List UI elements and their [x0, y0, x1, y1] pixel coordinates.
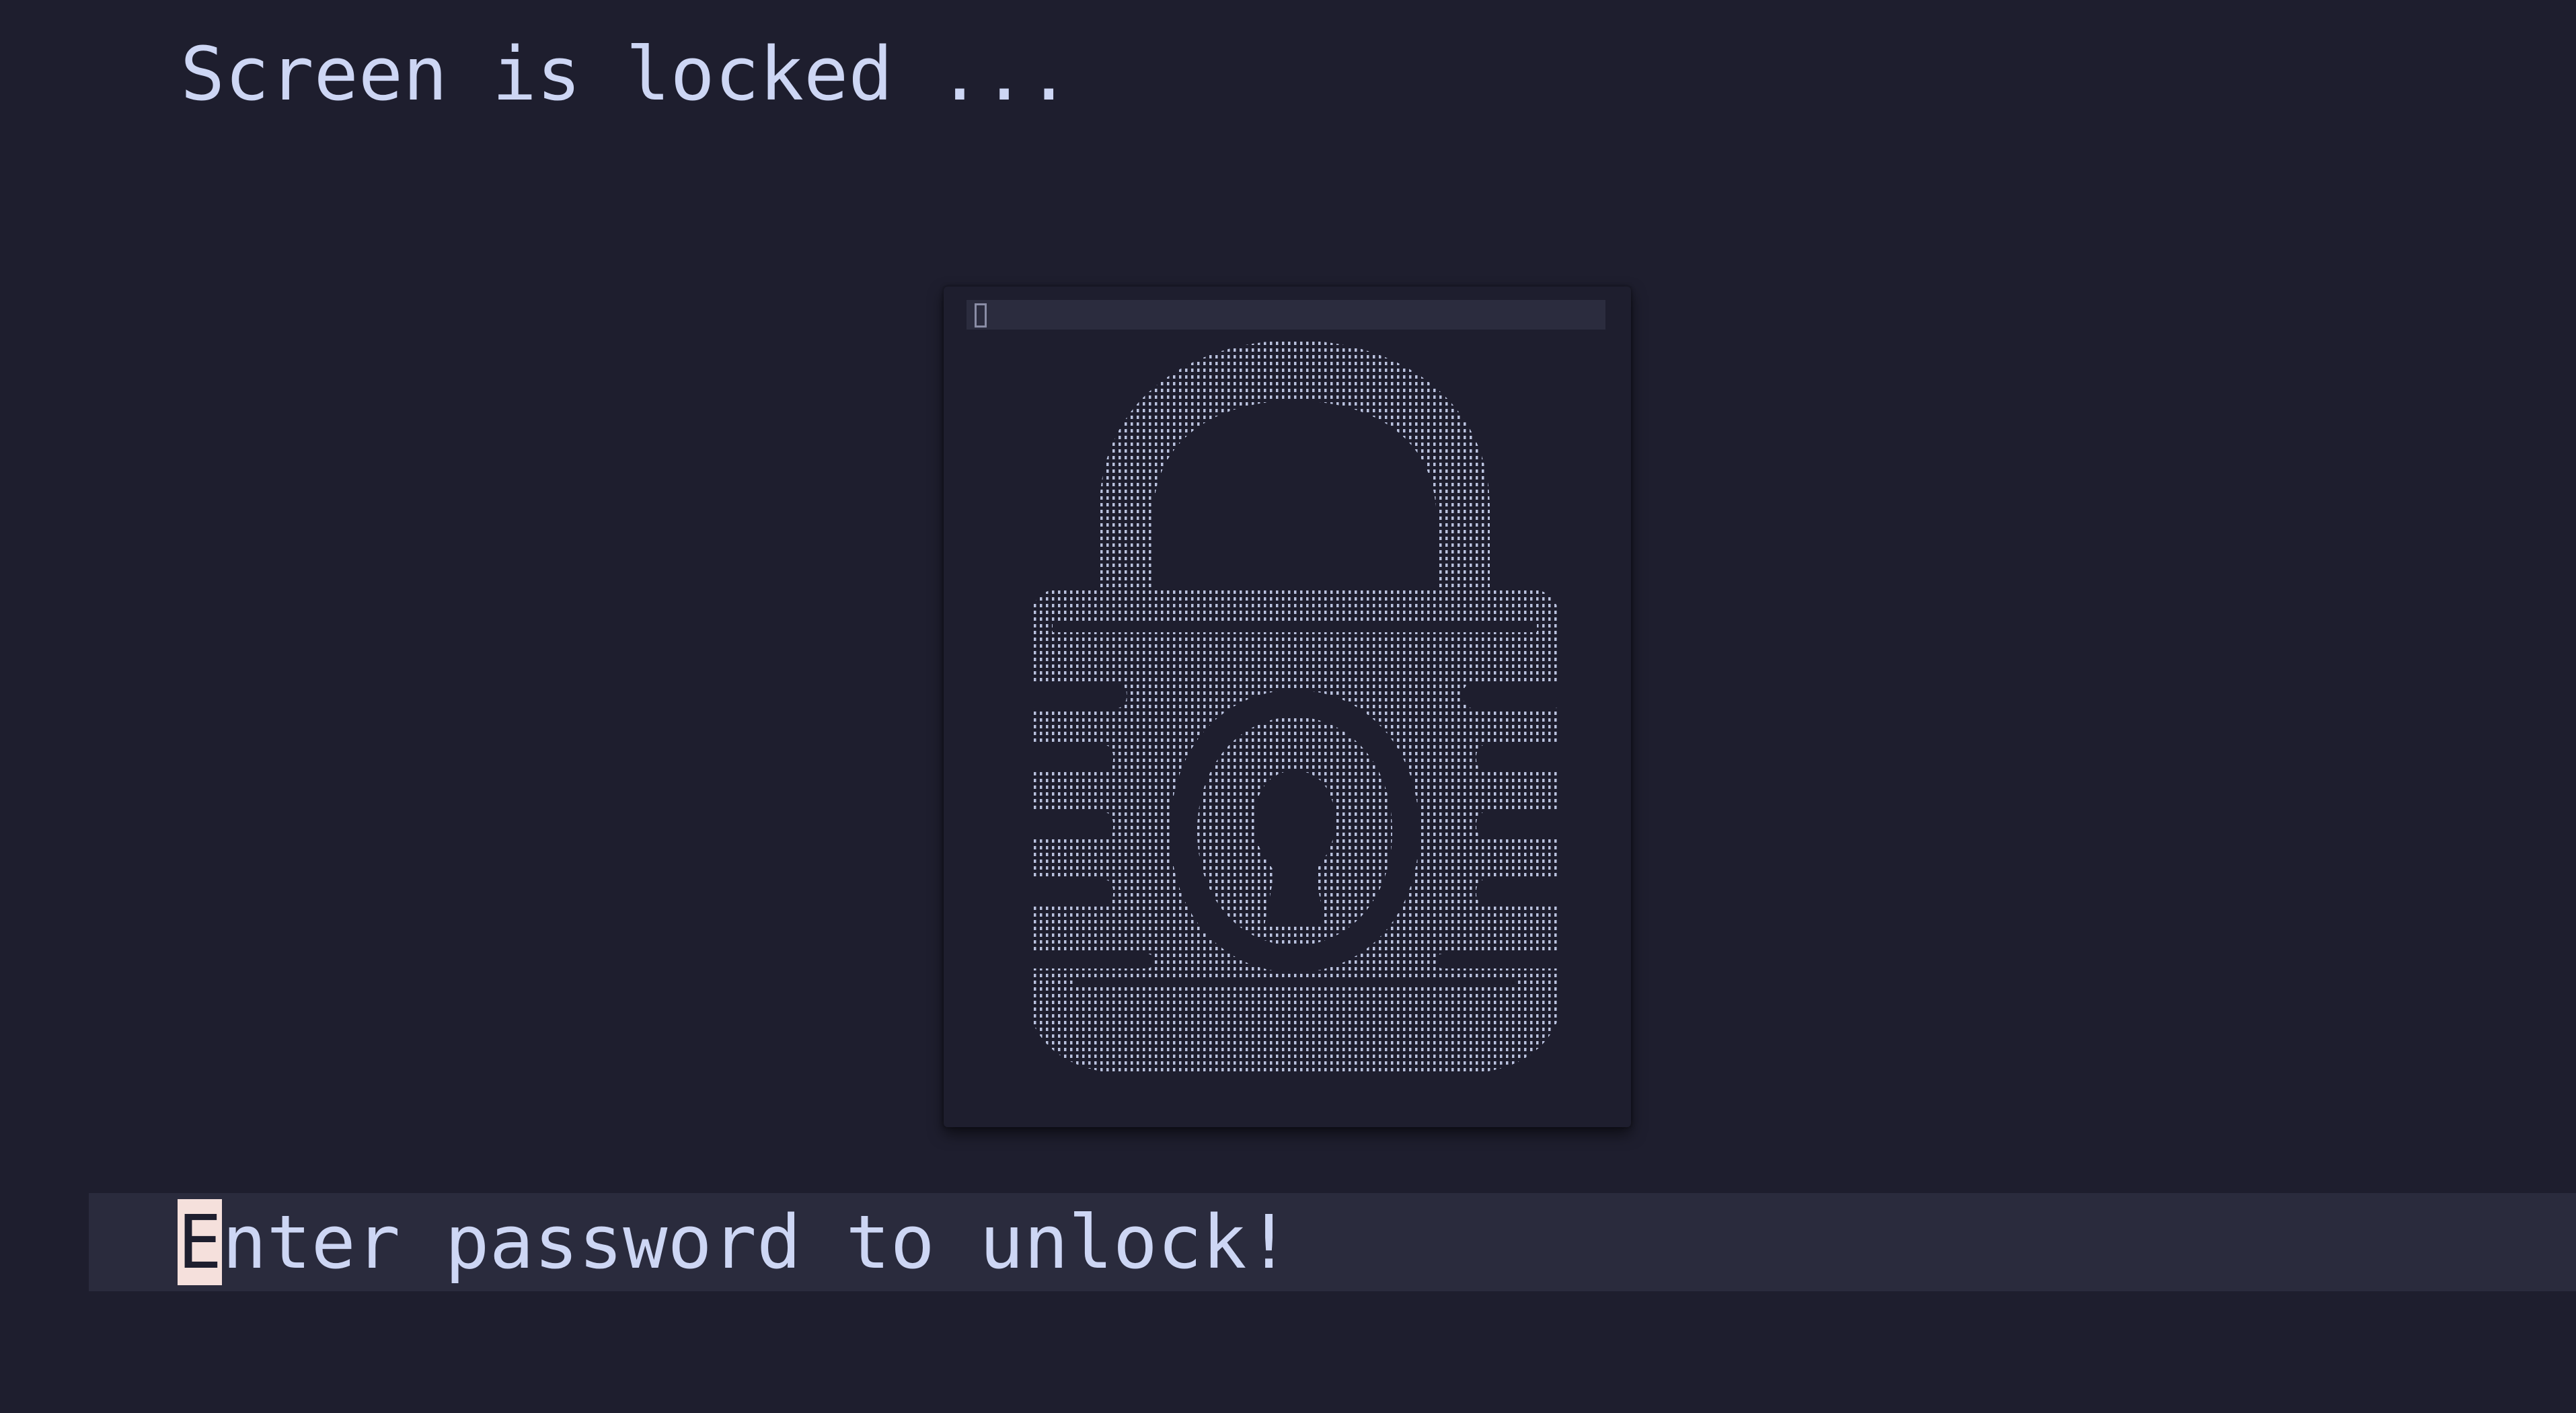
popup-header-bar	[967, 300, 1605, 330]
lock-image-popup	[944, 287, 1631, 1127]
password-prompt-text: Enter password to unlock!	[178, 1198, 1291, 1286]
password-prompt-label: nter password to unlock!	[222, 1199, 1291, 1285]
lock-status-title: Screen is locked ...	[180, 31, 1071, 117]
password-prompt-bar[interactable]: Enter password to unlock!	[89, 1193, 2576, 1291]
missing-glyph-icon	[975, 303, 987, 328]
text-cursor: E	[178, 1199, 223, 1285]
padlock-icon	[1032, 340, 1557, 1073]
